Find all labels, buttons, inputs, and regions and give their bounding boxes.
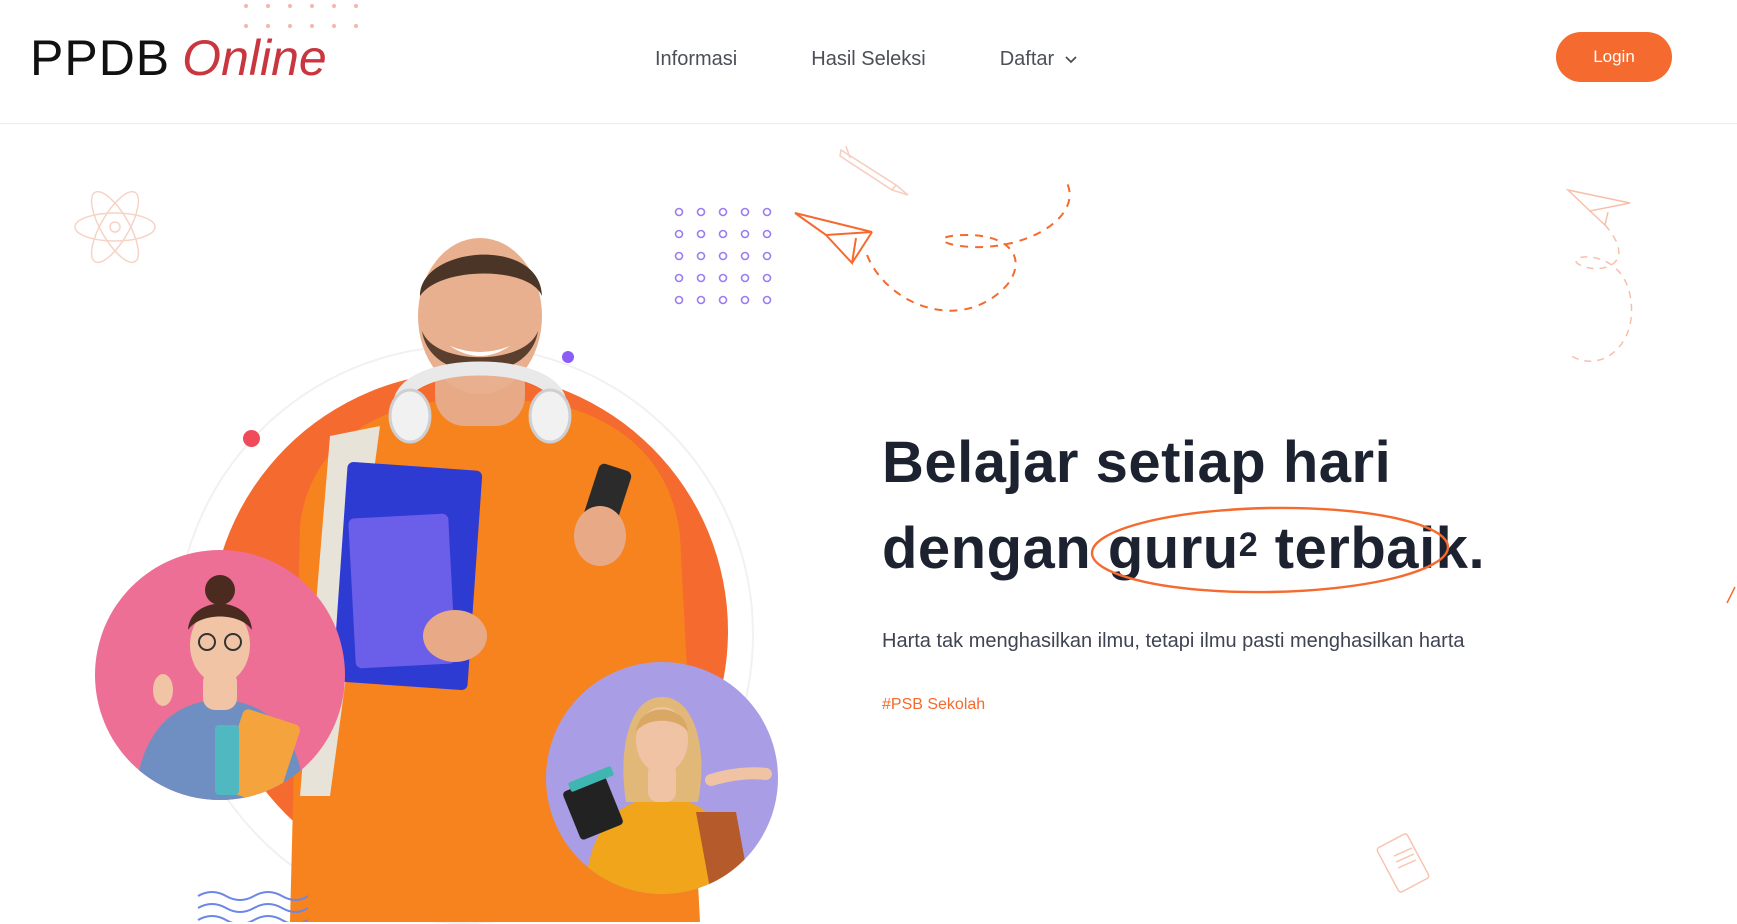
paper-plane-right-icon bbox=[1565, 188, 1633, 362]
nav-hasil-seleksi[interactable]: Hasil Seleksi bbox=[811, 48, 925, 71]
hero-hashtag: #PSB Sekolah bbox=[882, 696, 986, 713]
logo-main-text: PPDB bbox=[30, 30, 171, 86]
nav-daftar-dropdown[interactable]: Daftar bbox=[1000, 48, 1078, 71]
chevron-down-icon bbox=[1065, 56, 1077, 64]
hero-subtitle: Harta tak menghasilkan ilmu, tetapi ilmu… bbox=[882, 630, 1465, 652]
headline-line-1: Belajar setiap hari bbox=[882, 430, 1392, 495]
edge-mark-icon bbox=[1726, 586, 1736, 604]
logo-accent-text: Online bbox=[182, 30, 327, 86]
headline-prefix: dengan bbox=[882, 516, 1108, 581]
site-header: PPDB Online Informasi Hasil Seleksi Dafta… bbox=[0, 0, 1737, 124]
site-logo[interactable]: PPDB Online bbox=[30, 28, 327, 88]
decorative-dot-red bbox=[243, 430, 260, 447]
login-button[interactable]: Login bbox=[1556, 32, 1672, 82]
document-icon bbox=[1376, 833, 1430, 893]
main-nav: Informasi Hasil Seleksi Daftar bbox=[655, 44, 1078, 74]
nav-informasi-label: Informasi bbox=[655, 47, 738, 70]
highlight-ellipse-scribble bbox=[1090, 506, 1450, 594]
atom-icon bbox=[74, 190, 156, 264]
nav-daftar-label: Daftar bbox=[999, 47, 1055, 70]
paper-plane-icon bbox=[794, 182, 1071, 312]
student-girl-books-image bbox=[546, 662, 778, 894]
decorative-dot-grid-top bbox=[244, 4, 358, 28]
student-girl-glasses-image bbox=[95, 550, 345, 800]
nav-hasil-seleksi-label: Hasil Seleksi bbox=[811, 47, 926, 70]
decorative-wave-lines bbox=[197, 891, 308, 922]
nav-informasi[interactable]: Informasi bbox=[655, 48, 737, 71]
